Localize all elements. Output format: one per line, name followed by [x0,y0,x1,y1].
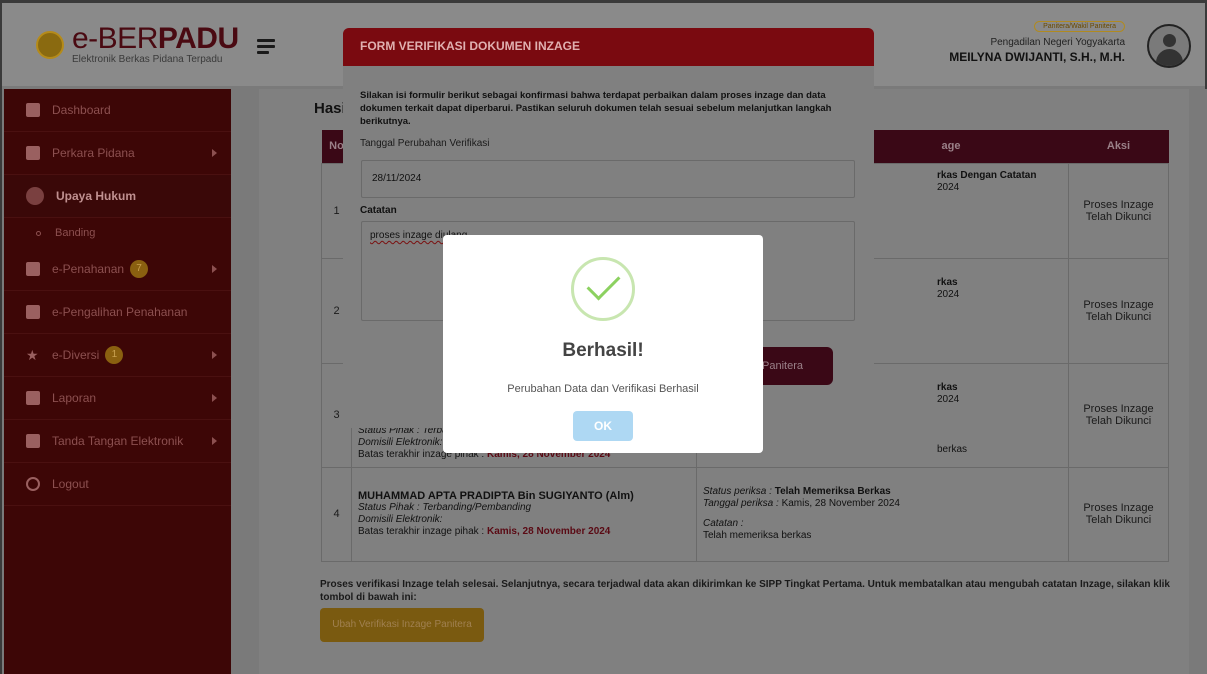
history-icon [26,305,40,319]
role-badge: Panitera/Wakil Panitera [1034,21,1125,32]
chevron-right-icon [212,394,217,402]
form-description: Silakan isi formulir berikut sebagai kon… [360,90,832,127]
chevron-right-icon [212,149,217,157]
sidebar-item-upaya-hukum[interactable]: Upaya Hukum [4,175,231,218]
sidebar-item-laporan[interactable]: Laporan [4,377,231,420]
sidebar-item-perkara-pidana[interactable]: Perkara Pidana [4,132,231,175]
catatan-label: Catatan [360,205,397,216]
form-modal-title: FORM VERIFIKASI DOKUMEN INZAGE [343,28,874,66]
row-aksi: Proses Inzage Telah Dikunci [1068,257,1169,364]
power-icon [26,477,40,491]
sidebar-item-dashboard[interactable]: Dashboard [4,89,231,132]
home-icon [26,103,40,117]
user-info: Panitera/Wakil Panitera Pengadilan Neger… [949,15,1125,64]
ok-button[interactable]: OK [573,411,633,441]
app-logo[interactable]: e-BERPADU Elektronik Berkas Pidana Terpa… [36,22,239,65]
success-dialog: Berhasil! Perubahan Data dan Verifikasi … [443,235,763,453]
app-window: e-BERPADU Elektronik Berkas Pidana Terpa… [0,0,1207,674]
count-badge: 1 [105,346,124,364]
date-label: Tanggal Perubahan Verifikasi [360,138,490,149]
court-emblem-icon [36,31,64,59]
logo-title: e-BERPADU [72,22,239,55]
table-row: 4 MUHAMMAD APTA PRADIPTA Bin SUGIYANTO (… [321,466,1169,562]
sidebar-item-e-penahanan[interactable]: e-Penahanan 7 [4,248,231,291]
grid-icon [26,262,40,276]
menu-toggle-icon[interactable] [257,39,275,54]
success-check-icon [571,257,635,321]
verification-note: Proses verifikasi Inzage telah selesai. … [320,579,1170,603]
logo-subtitle: Elektronik Berkas Pidana Terpadu [72,54,223,65]
row-pihak: MUHAMMAD APTA PRADIPTA Bin SUGIYANTO (Al… [351,466,697,562]
dialog-message: Perubahan Data dan Verifikasi Berhasil [507,383,699,395]
col-header-aksi: Aksi [1068,130,1169,163]
court-name: Pengadilan Negeri Yogyakarta [990,37,1125,48]
chevron-right-icon [212,351,217,359]
user-name: MEILYNA DWIJANTI, S.H., M.H. [949,50,1125,64]
row-aksi: Proses Inzage Telah Dikunci [1068,162,1169,259]
sidebar-item-logout[interactable]: Logout [4,463,231,506]
row-no: 4 [321,466,352,562]
section-title: Hasi [314,100,346,117]
sidebar-item-banding[interactable]: Banding [4,218,231,248]
chevron-right-icon [212,265,217,273]
dialog-title: Berhasil! [562,340,644,361]
row-aksi: Proses Inzage Telah Dikunci [1068,466,1169,562]
sidebar-item-e-pengalihan-penahanan[interactable]: e-Pengalihan Penahanan [4,291,231,334]
signature-icon [26,434,40,448]
star-icon: ★ [26,347,39,363]
document-icon [26,187,44,205]
row-aksi: Proses Inzage Telah Dikunci [1068,362,1169,468]
sidebar-item-tanda-tangan[interactable]: Tanda Tangan Elektronik [4,420,231,463]
sidebar-item-e-diversi[interactable]: ★ e-Diversi 1 [4,334,231,377]
edit-icon [26,146,40,160]
sidebar: Dashboard Perkara Pidana Upaya Hukum Ban… [4,89,231,674]
row-inzage: Status periksa : Telah Memeriksa Berkas T… [696,466,1069,562]
circle-icon [36,230,41,236]
count-badge: 7 [130,260,149,278]
chevron-right-icon [212,437,217,445]
date-input[interactable]: 28/11/2024 [361,160,855,198]
avatar[interactable] [1147,24,1191,68]
report-icon [26,391,40,405]
ubah-verifikasi-button[interactable]: Ubah Verifikasi Inzage Panitera [320,608,484,642]
